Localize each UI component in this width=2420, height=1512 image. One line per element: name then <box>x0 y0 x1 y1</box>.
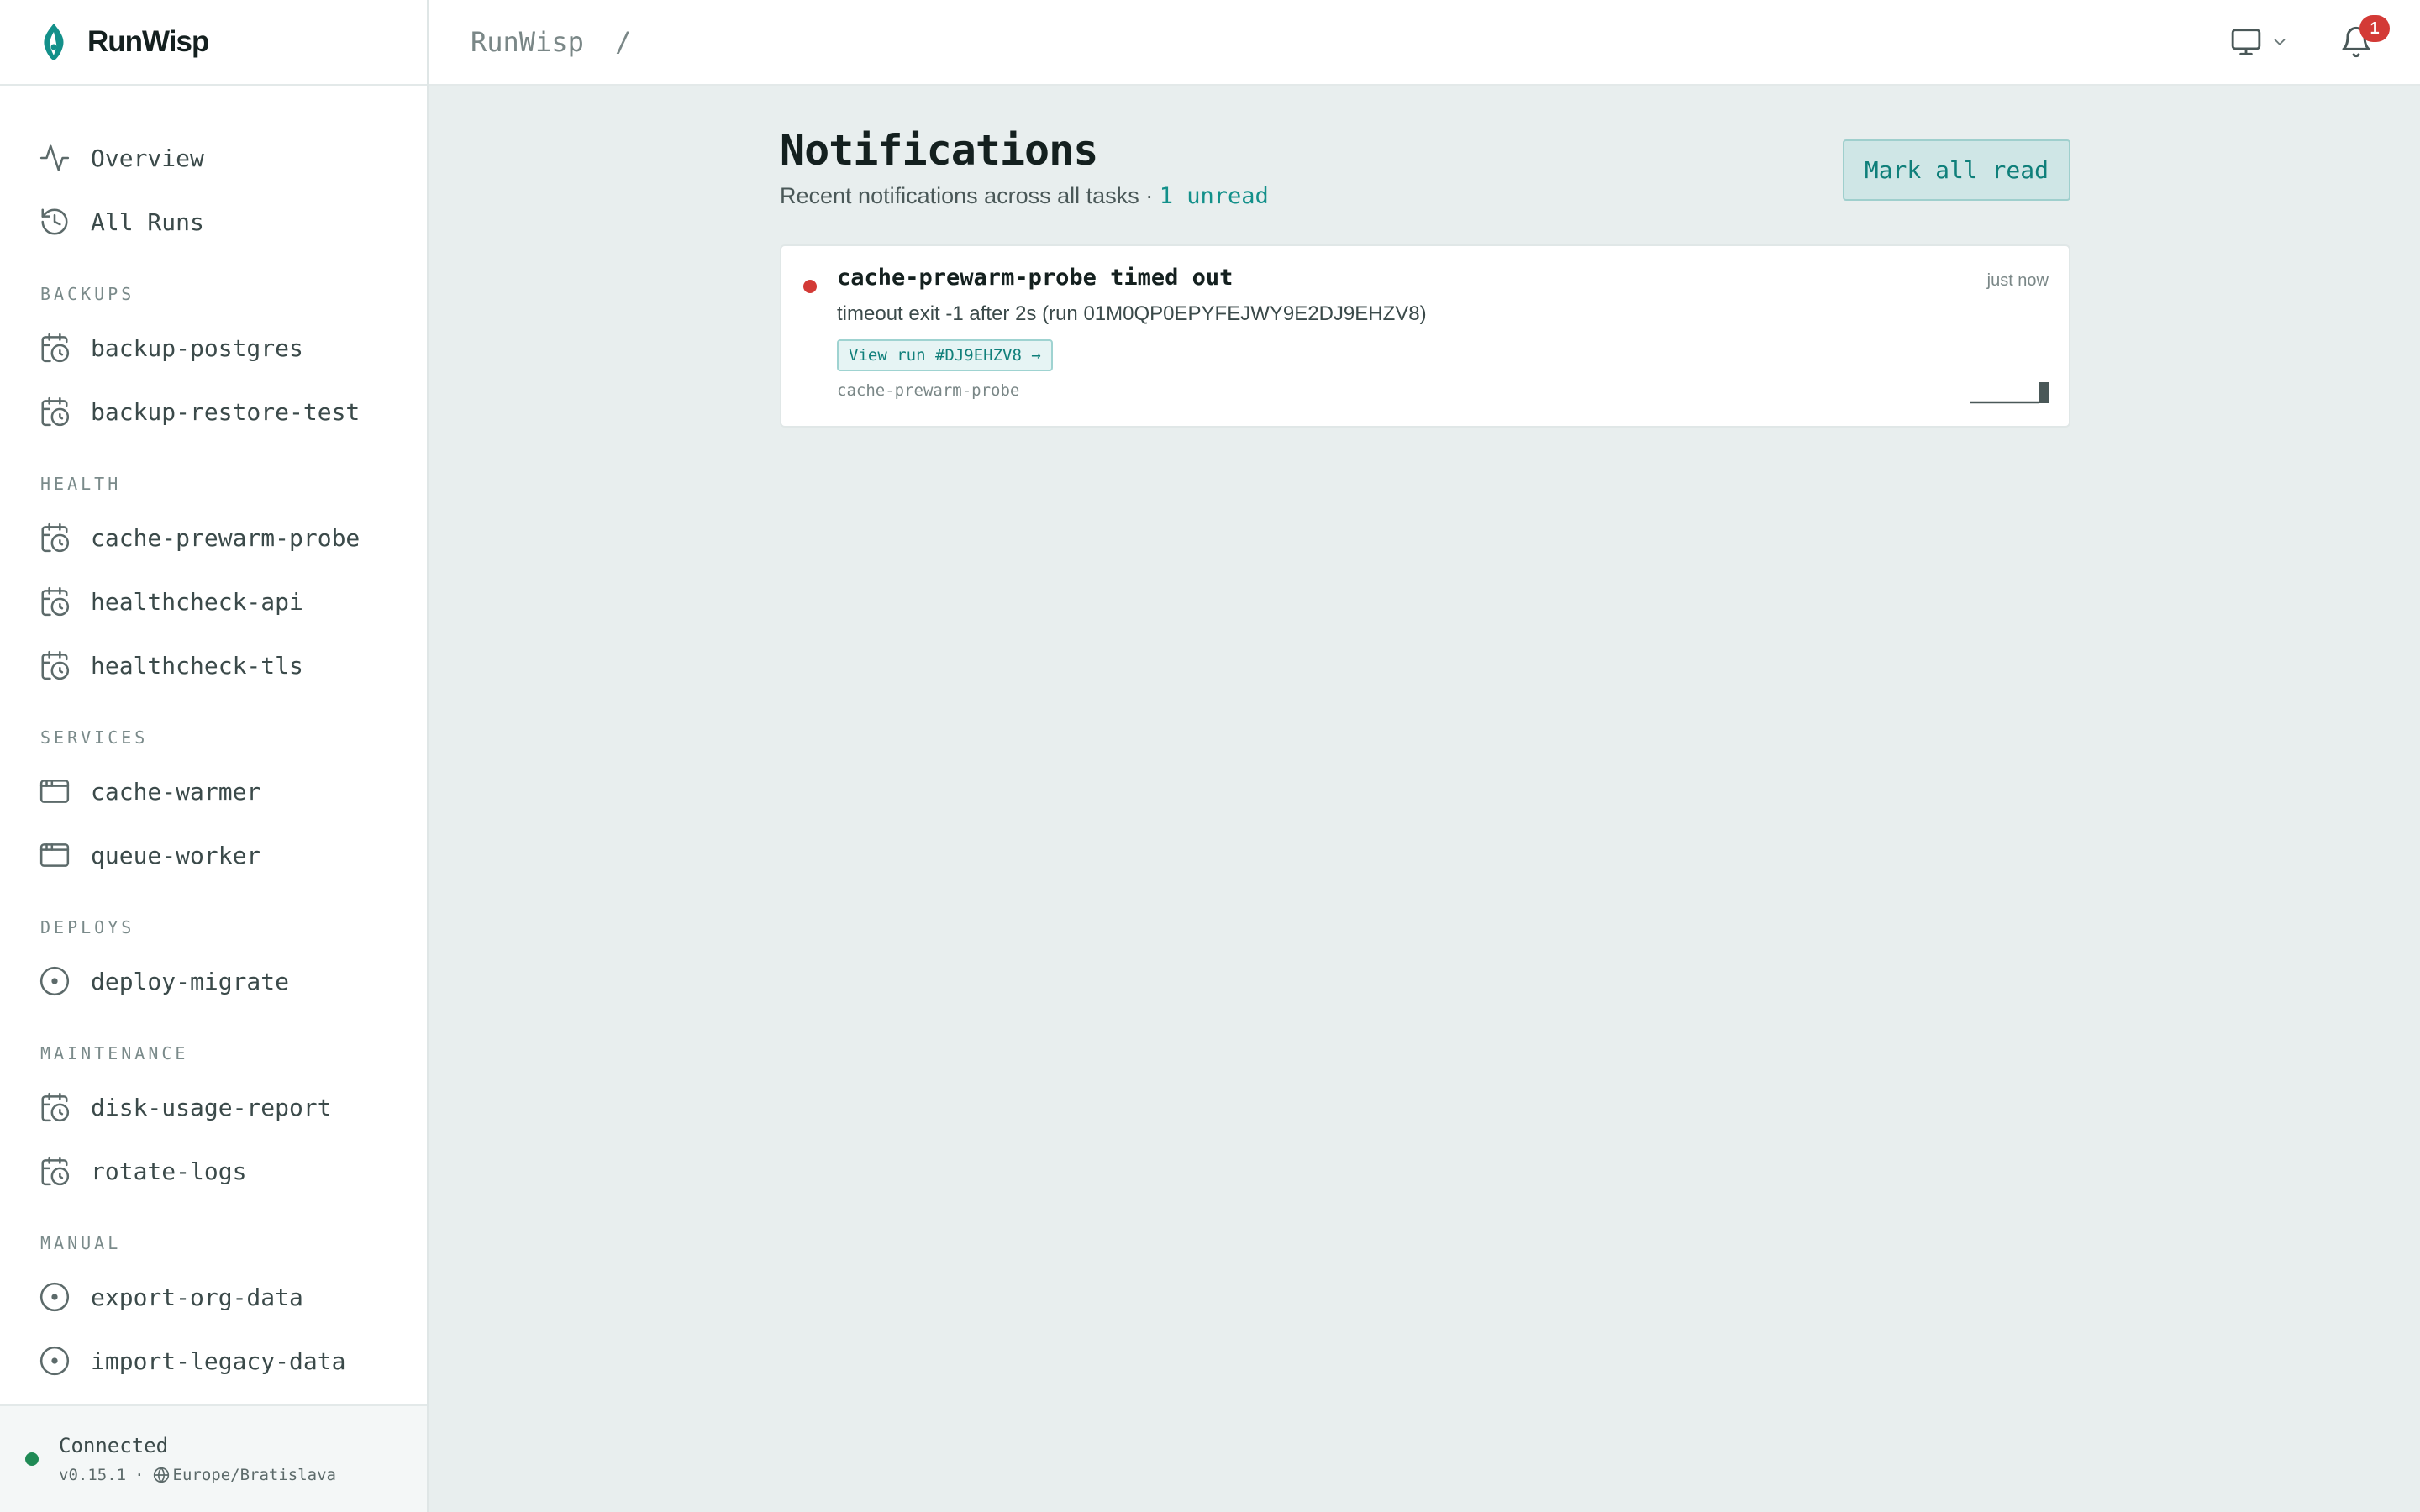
breadcrumb-root[interactable]: RunWisp <box>471 26 584 58</box>
circle-dot-icon <box>39 965 71 997</box>
sidebar-item-label: import-legacy-data <box>91 1347 346 1375</box>
notification-task-name: cache-prewarm-probe <box>837 381 1020 400</box>
sidebar-item-all-runs[interactable]: All Runs <box>0 190 427 254</box>
page-subtitle-text: Recent notifications across all tasks · <box>780 183 1154 208</box>
mark-all-read-button[interactable]: Mark all read <box>1842 139 2070 201</box>
sidebar-item-label: export-org-data <box>91 1283 303 1311</box>
circle-dot-icon <box>39 1345 71 1377</box>
calendar-clock-icon <box>39 649 71 681</box>
sidebar-item-label: disk-usage-report <box>91 1093 332 1121</box>
sidebar-section-services: SERVICES <box>40 727 149 748</box>
notification-title: cache-prewarm-probe timed out <box>837 265 1234 291</box>
sidebar-item-queue-worker[interactable]: queue-worker <box>0 823 427 887</box>
version-label: v0.15.1 <box>59 1466 127 1484</box>
sidebar-section-health: HEALTH <box>40 474 122 494</box>
notifications-page: Notifications Recent notifications acros… <box>780 126 2070 428</box>
calendar-clock-icon <box>39 1091 71 1123</box>
connection-status: Connected v0.15.1 · Europe/Bratislava <box>0 1404 427 1512</box>
page-subtitle: Recent notifications across all tasks · … <box>780 183 1269 209</box>
breadcrumb: RunWisp / <box>429 26 631 58</box>
timezone-label: Europe/Bratislava <box>172 1466 336 1484</box>
connected-status-dot <box>25 1452 39 1466</box>
sidebar-item-backup-restore-test[interactable]: backup-restore-test <box>0 380 427 444</box>
sidebar-nav: Overview All Runs BACKUPS backup-postgres ba… <box>0 86 427 1393</box>
breadcrumb-separator: / <box>615 26 632 58</box>
history-icon <box>39 206 71 238</box>
sidebar-item-label: backup-restore-test <box>91 397 360 426</box>
sidebar-item-label: cache-prewarm-probe <box>91 523 360 552</box>
brand[interactable]: RunWisp <box>0 0 427 86</box>
sidebar-section-backups: BACKUPS <box>40 284 135 304</box>
monitor-icon <box>2231 29 2261 55</box>
sidebar-item-export-org-data[interactable]: export-org-data <box>0 1265 427 1329</box>
sidebar-item-deploy-migrate[interactable]: deploy-migrate <box>0 949 427 1013</box>
footer-separator: · <box>134 1466 145 1484</box>
topbar: RunWisp / 1 <box>429 0 2420 86</box>
sidebar-item-rotate-logs[interactable]: rotate-logs <box>0 1139 427 1203</box>
connection-label: Connected <box>59 1434 169 1457</box>
sidebar-item-label: healthcheck-tls <box>91 651 303 680</box>
app-window-icon <box>39 775 71 807</box>
activity-icon <box>39 142 71 174</box>
calendar-clock-icon <box>39 522 71 554</box>
calendar-clock-icon <box>39 396 71 428</box>
calendar-clock-icon <box>39 332 71 364</box>
sidebar-item-label: healthcheck-api <box>91 587 303 616</box>
runwisp-logo-icon <box>44 24 64 60</box>
sidebar-item-healthcheck-tls[interactable]: healthcheck-tls <box>0 633 427 697</box>
sidebar-item-healthcheck-api[interactable]: healthcheck-api <box>0 570 427 633</box>
sidebar-item-label: deploy-migrate <box>91 967 290 995</box>
sidebar-section-manual: MANUAL <box>40 1233 122 1253</box>
sidebar-item-backup-postgres[interactable]: backup-postgres <box>0 316 427 380</box>
sidebar-item-cache-warmer[interactable]: cache-warmer <box>0 759 427 823</box>
sidebar-item-overview[interactable]: Overview <box>0 126 427 190</box>
sidebar: RunWisp Overview All Runs BACKUPS backup-po… <box>0 0 429 1512</box>
unread-indicator-dot <box>803 280 817 293</box>
sidebar-item-label: Overview <box>91 144 204 172</box>
notification-count-badge: 1 <box>2360 15 2390 42</box>
circle-dot-icon <box>39 1281 71 1313</box>
sidebar-section-deploys: DEPLOYS <box>40 917 135 937</box>
sidebar-section-maintenance: MAINTENANCE <box>40 1043 189 1063</box>
sidebar-item-cache-prewarm-probe[interactable]: cache-prewarm-probe <box>0 506 427 570</box>
sidebar-item-import-legacy-data[interactable]: import-legacy-data <box>0 1329 427 1393</box>
unread-count: 1 unread <box>1159 183 1269 209</box>
run-history-sparkline <box>1970 382 2049 404</box>
notification-time: just now <box>1986 271 2049 290</box>
globe-icon <box>153 1467 169 1483</box>
sidebar-item-disk-usage-report[interactable]: disk-usage-report <box>0 1075 427 1139</box>
notification-description: timeout exit -1 after 2s (run 01M0QP0EPY… <box>837 302 1427 325</box>
sidebar-item-label: backup-postgres <box>91 333 303 362</box>
sidebar-item-label: rotate-logs <box>91 1157 247 1185</box>
notification-card[interactable]: cache-prewarm-probe timed out just now t… <box>780 244 2070 428</box>
calendar-clock-icon <box>39 585 71 617</box>
display-mode-button[interactable] <box>2230 26 2289 58</box>
sidebar-item-label: cache-warmer <box>91 777 261 806</box>
page-title: Notifications <box>780 126 1098 175</box>
sidebar-item-label: All Runs <box>91 207 204 236</box>
calendar-clock-icon <box>39 1155 71 1187</box>
view-run-button[interactable]: View run #DJ9EHZV8 → <box>837 339 1053 371</box>
app-window-icon <box>39 839 71 871</box>
chevron-down-icon <box>2274 39 2286 45</box>
notifications-button[interactable]: 1 <box>2339 15 2390 59</box>
brand-name: RunWisp <box>87 25 209 58</box>
sidebar-item-label: queue-worker <box>91 841 261 869</box>
